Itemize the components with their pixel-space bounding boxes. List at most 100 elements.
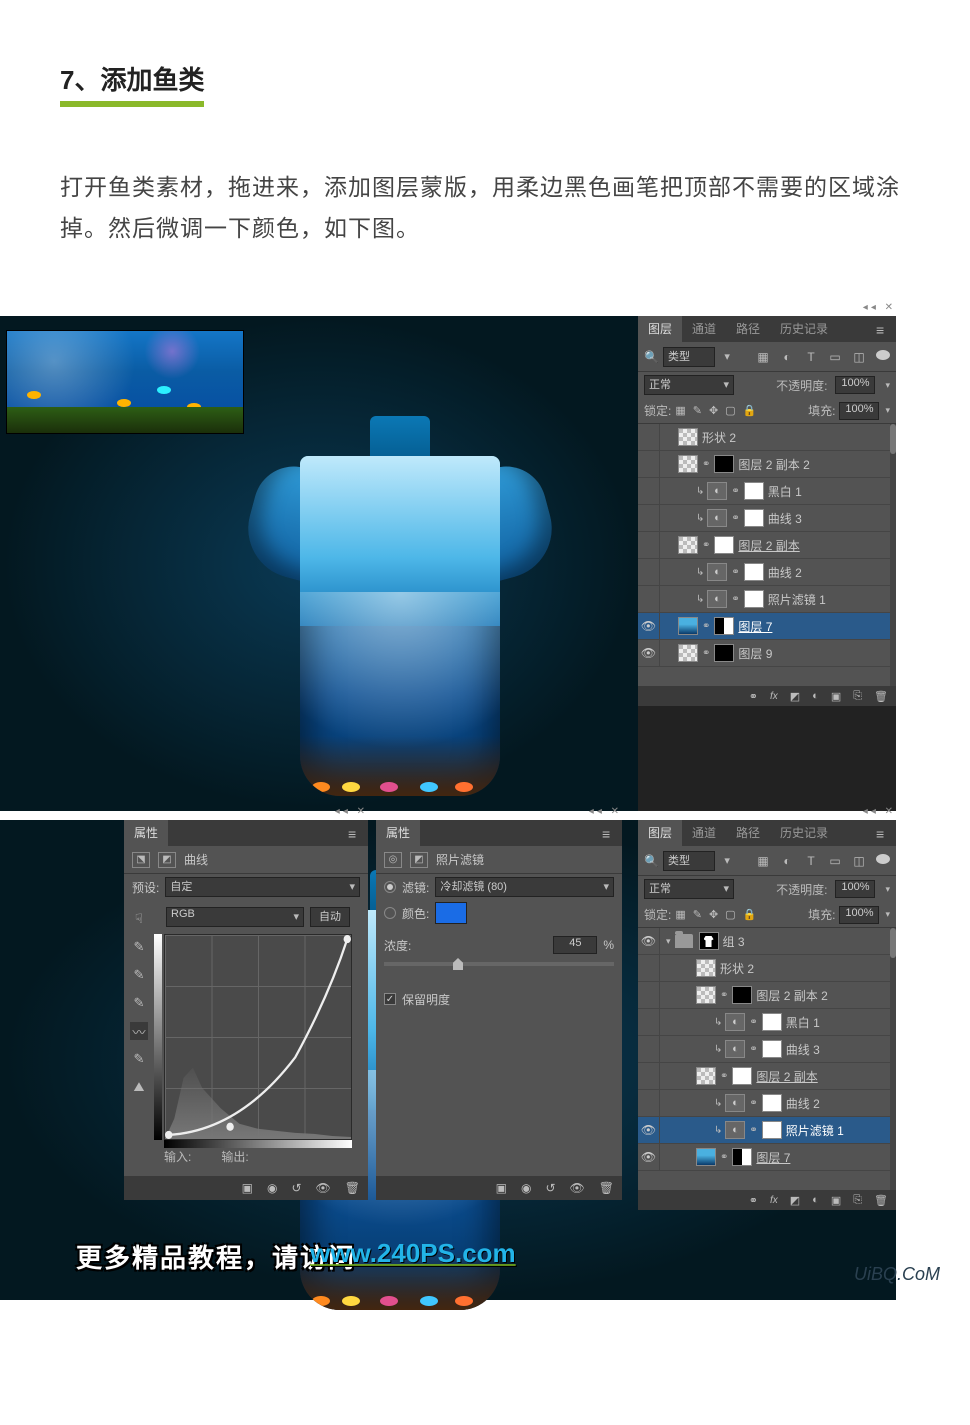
panel-menu-icon[interactable] — [602, 826, 618, 838]
clip-to-layer-icon[interactable]: ▣ — [242, 1181, 253, 1195]
layer-thumb[interactable]: ⚭ — [731, 513, 739, 524]
layer-row[interactable]: ⚭图层 2 副本 — [638, 1063, 896, 1090]
visibility-icon[interactable] — [638, 532, 660, 558]
visibility-icon[interactable]: 👁 — [638, 1144, 660, 1170]
filter-shape-icon[interactable]: ▭ — [828, 350, 842, 364]
layer-row[interactable]: 形状 2 — [638, 955, 896, 982]
layer-thumb[interactable]: ◐ — [725, 1094, 745, 1112]
visibility-icon[interactable] — [638, 955, 660, 981]
new-group-icon[interactable]: ▣ — [831, 690, 841, 703]
layer-thumb[interactable] — [732, 1067, 752, 1085]
layer-thumb[interactable]: ◐ — [707, 563, 727, 581]
layer-name[interactable]: 图层 7 — [738, 618, 772, 635]
fill-value[interactable]: 100% — [839, 906, 879, 924]
layer-thumb[interactable] — [678, 644, 698, 662]
layer-name[interactable]: 曲线 2 — [768, 564, 802, 581]
layer-thumb[interactable]: ⚭ — [702, 540, 710, 551]
layer-thumb[interactable] — [762, 1040, 782, 1058]
lock-all-icon[interactable]: 🔒 — [743, 404, 757, 417]
lock-transparent-icon[interactable]: ▦ — [675, 908, 685, 921]
eyedropper-black-icon[interactable]: ✎ — [130, 938, 148, 956]
layer-thumb[interactable]: ⚭ — [702, 621, 710, 632]
layer-thumb[interactable] — [762, 1121, 782, 1139]
layer-thumb[interactable] — [744, 563, 764, 581]
mask-icon[interactable]: ◩ — [410, 852, 428, 868]
group-mask-thumb[interactable] — [699, 932, 719, 950]
layer-thumb[interactable]: ⚭ — [720, 1152, 728, 1163]
scrollbar[interactable] — [890, 424, 896, 686]
eyedropper-white-icon[interactable]: ✎ — [130, 994, 148, 1012]
target-adjust-icon[interactable]: ☟ — [130, 910, 148, 928]
fill-value[interactable]: 100% — [839, 402, 879, 420]
layer-fx-icon[interactable]: fx — [770, 1195, 778, 1206]
visibility-icon[interactable] — [638, 478, 660, 504]
layer-thumb[interactable]: ⚭ — [731, 594, 739, 605]
delete-icon[interactable]: 🗑 — [345, 1181, 360, 1195]
layer-thumb[interactable] — [696, 1067, 716, 1085]
tab-paths[interactable]: 路径 — [726, 316, 770, 342]
filter-select[interactable]: 冷却滤镜 (80) — [435, 877, 614, 897]
new-layer-icon[interactable]: ⎘ — [853, 1194, 862, 1207]
lock-artboard-icon[interactable]: ▢ — [725, 404, 735, 417]
filter-toggle[interactable] — [876, 854, 890, 864]
visibility-icon[interactable] — [638, 1009, 660, 1035]
layer-name[interactable]: 形状 2 — [702, 429, 736, 446]
visibility-icon[interactable] — [638, 451, 660, 477]
layer-thumb[interactable] — [762, 1013, 782, 1031]
filter-adjust-icon[interactable]: ◐ — [780, 350, 794, 364]
layer-name[interactable]: 照片滤镜 1 — [786, 1122, 844, 1139]
visibility-icon[interactable] — [638, 505, 660, 531]
visibility-icon[interactable]: 👁 — [638, 613, 660, 639]
smooth-icon[interactable]: ⛰ — [130, 1078, 148, 1096]
layer-name[interactable]: 曲线 2 — [786, 1095, 820, 1112]
new-adjustment-icon[interactable]: ◐ — [812, 1194, 819, 1206]
link-layers-icon[interactable]: ⚭ — [749, 1194, 758, 1207]
layer-thumb[interactable]: ⚭ — [749, 1044, 757, 1055]
tab-channels[interactable]: 通道 — [682, 820, 726, 846]
lock-move-icon[interactable]: ✥ — [709, 404, 718, 417]
layer-thumb[interactable]: ◐ — [725, 1121, 745, 1139]
layer-thumb[interactable] — [678, 455, 698, 473]
layer-thumb[interactable] — [714, 536, 734, 554]
layer-thumb[interactable]: ◐ — [707, 482, 727, 500]
channel-select[interactable]: RGB — [166, 907, 304, 927]
tshirt-composite[interactable] — [250, 386, 550, 796]
lock-transparent-icon[interactable]: ▦ — [675, 404, 685, 417]
layer-name[interactable]: 组 3 — [723, 933, 745, 950]
lock-brush-icon[interactable]: ✎ — [693, 908, 702, 921]
visibility-icon[interactable]: 👁 — [638, 1117, 660, 1143]
panel-window-controls[interactable]: ◂◂ ✕ — [863, 302, 896, 313]
filter-shape-icon[interactable]: ▭ — [828, 854, 842, 868]
opacity-stepper-icon[interactable]: ▾ — [885, 380, 890, 391]
delete-layer-icon[interactable]: 🗑 — [874, 1194, 888, 1207]
color-swatch[interactable] — [435, 902, 467, 924]
layer-thumb[interactable]: ⚭ — [731, 486, 739, 497]
layer-row[interactable]: 👁⚭图层 9 — [638, 640, 896, 667]
tab-properties[interactable]: 属性 — [124, 820, 168, 846]
visibility-icon[interactable] — [638, 586, 660, 612]
panel-menu-icon[interactable] — [876, 322, 892, 334]
filter-pixel-icon[interactable]: ▦ — [756, 854, 770, 868]
filter-pixel-icon[interactable]: ▦ — [756, 350, 770, 364]
layer-thumb[interactable] — [714, 644, 734, 662]
fish-material-thumbnail[interactable] — [6, 330, 244, 434]
layer-name[interactable]: 图层 2 副本 2 — [738, 456, 809, 473]
layer-name[interactable]: 黑白 1 — [768, 483, 802, 500]
tab-layers[interactable]: 图层 — [638, 316, 682, 342]
filter-smart-icon[interactable]: ◫ — [852, 350, 866, 364]
canvas-area[interactable] — [0, 316, 638, 811]
layer-thumb[interactable] — [762, 1094, 782, 1112]
new-layer-icon[interactable]: ⎘ — [853, 690, 862, 703]
layer-thumb[interactable]: ◐ — [707, 509, 727, 527]
expand-icon[interactable]: ▾ — [666, 936, 671, 947]
tab-history[interactable]: 历史记录 — [770, 316, 838, 342]
panel-menu-icon[interactable] — [876, 826, 892, 838]
scrollbar[interactable] — [890, 928, 896, 1190]
layer-thumb[interactable] — [696, 986, 716, 1004]
visibility-icon[interactable] — [638, 982, 660, 1008]
layer-name[interactable]: 曲线 3 — [768, 510, 802, 527]
lock-brush-icon[interactable]: ✎ — [693, 404, 702, 417]
curves-graph[interactable] — [164, 934, 352, 1140]
curve-point-tool-icon[interactable]: 〰 — [130, 1022, 148, 1040]
layer-name[interactable]: 图层 2 副本 — [738, 537, 799, 554]
